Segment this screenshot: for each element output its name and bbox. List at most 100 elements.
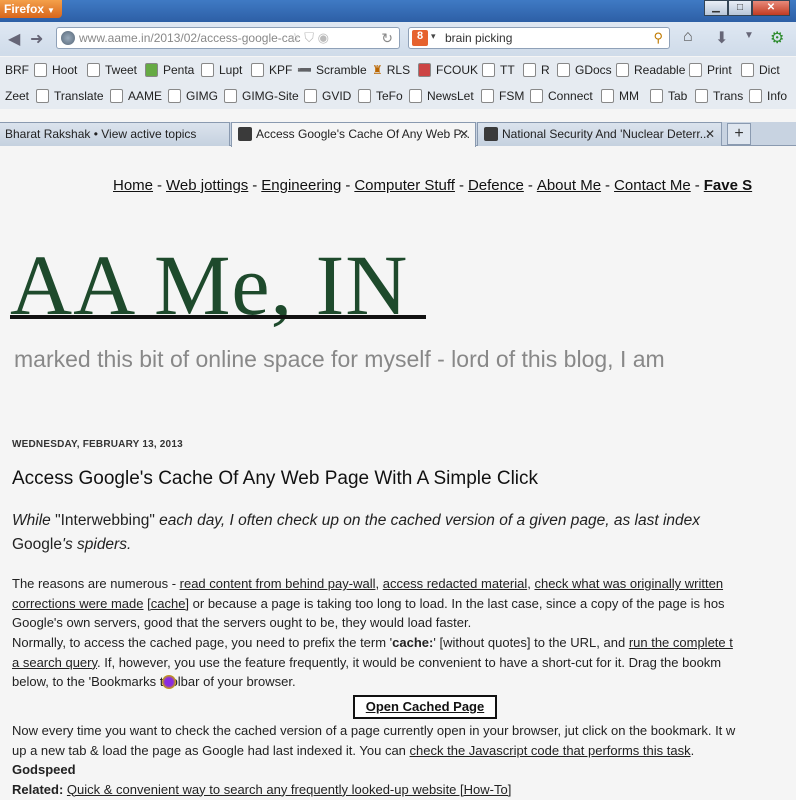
- bookmark-item[interactable]: TeFo: [358, 89, 403, 103]
- firefox-menu-label: Firefox: [4, 2, 45, 16]
- folder-icon: [481, 89, 494, 103]
- nav-link-engineering[interactable]: Engineering: [261, 177, 341, 194]
- maximize-button[interactable]: □: [728, 0, 752, 16]
- bookmark-item[interactable]: NewsLet: [409, 89, 474, 103]
- tab-label: National Security And 'Nuclear Deterr...: [502, 127, 710, 141]
- scramble-icon: ➖: [297, 63, 312, 77]
- fcouk-icon: [418, 63, 431, 77]
- post-title[interactable]: Access Google's Cache Of Any Web Page Wi…: [12, 468, 538, 490]
- post-paragraph-3: Now every time you want to check the cac…: [12, 723, 736, 797]
- bookmarks-toolbar-2: Zeet Translate AAME GIMG GIMG-Site GVID …: [0, 83, 796, 109]
- link-run-complete[interactable]: run the complete t: [629, 635, 733, 650]
- tab-access-google-cache[interactable]: Access Google's Cache Of Any Web P... ✕: [231, 122, 476, 147]
- site-favicon-icon: [238, 127, 252, 141]
- bookmark-item[interactable]: Lupt: [201, 63, 242, 77]
- folder-icon: [689, 63, 702, 77]
- link-search-query[interactable]: a search query: [12, 655, 97, 670]
- home-icon[interactable]: ⌂: [683, 28, 693, 46]
- window-titlebar: Firefox ▼ ▁ □ ✕: [0, 0, 796, 22]
- bookmark-item[interactable]: Tweet: [87, 63, 137, 77]
- folder-icon: [523, 63, 536, 77]
- nav-link-defence[interactable]: Defence: [468, 177, 524, 194]
- bookmark-item[interactable]: Penta: [145, 63, 194, 77]
- folder-icon: [36, 89, 49, 103]
- search-query-text: brain picking: [445, 31, 513, 45]
- site-identity-icon[interactable]: [61, 31, 75, 45]
- bookmark-item[interactable]: R: [523, 63, 550, 77]
- downloads-icon[interactable]: ⬇: [715, 28, 728, 48]
- bookmark-item[interactable]: TT: [482, 63, 515, 77]
- bookmark-item[interactable]: ➖ Scramble: [297, 63, 367, 77]
- bookmark-item[interactable]: Hoot: [34, 63, 77, 77]
- forward-icon[interactable]: ➜: [30, 29, 43, 49]
- bookmark-item[interactable]: MM: [601, 89, 639, 103]
- reload-icon[interactable]: ↻: [381, 30, 393, 47]
- folder-icon: [650, 89, 663, 103]
- open-cached-page-button[interactable]: Open Cached Page: [353, 695, 497, 719]
- addon-icon[interactable]: ⚙: [770, 28, 784, 48]
- link-cache[interactable]: [cache]: [147, 596, 189, 611]
- blog-title[interactable]: AA Me, IN: [10, 235, 408, 335]
- search-bar[interactable]: 8 ▾ brain picking ⚲: [408, 27, 670, 49]
- bookmark-item[interactable]: Dict: [741, 63, 780, 77]
- nav-link-about-me[interactable]: About Me: [537, 177, 601, 194]
- bookmark-item[interactable]: BRF: [5, 63, 29, 77]
- bookmark-item[interactable]: GDocs: [557, 63, 612, 77]
- nav-link-fave[interactable]: Fave S: [704, 177, 752, 194]
- bookmark-item[interactable]: FCOUK: [418, 63, 478, 77]
- chevron-down-icon: ▼: [47, 6, 55, 15]
- link-redacted-material[interactable]: access redacted material: [383, 576, 528, 591]
- folder-icon: [168, 89, 181, 103]
- minimize-button[interactable]: ▁: [704, 0, 728, 16]
- link-originally-written[interactable]: check what was originally written: [534, 576, 723, 591]
- bookmark-star-icon[interactable]: ☆ ⛉ ◉: [289, 30, 329, 46]
- chevron-down-icon[interactable]: ▼: [744, 30, 754, 41]
- nav-link-computer-stuff[interactable]: Computer Stuff: [354, 177, 455, 194]
- link-javascript-code[interactable]: check the Javascript code that performs …: [410, 743, 691, 758]
- close-window-button[interactable]: ✕: [752, 0, 790, 16]
- post-paragraph-2: Normally, to access the cached page, you…: [12, 635, 733, 689]
- penta-icon: [145, 63, 158, 77]
- folder-icon: [409, 89, 422, 103]
- bookmark-item[interactable]: GIMG-Site: [224, 89, 299, 103]
- bookmark-item[interactable]: GIMG: [168, 89, 218, 103]
- rls-icon: ♜: [372, 63, 383, 77]
- back-icon[interactable]: ◀: [8, 29, 20, 49]
- tab-bharat-rakshak[interactable]: Bharat Rakshak • View active topics: [0, 122, 230, 146]
- nav-link-home[interactable]: Home: [113, 177, 153, 194]
- new-tab-button[interactable]: +: [727, 123, 751, 145]
- url-bar[interactable]: www.aame.in/2013/02/access-google-cac ☆ …: [56, 27, 400, 49]
- tab-national-security[interactable]: National Security And 'Nuclear Deterr...…: [477, 122, 722, 146]
- related-link[interactable]: Quick & convenient way to search any fre…: [67, 782, 511, 797]
- bookmark-item[interactable]: FSM: [481, 89, 524, 103]
- folder-icon: [741, 63, 754, 77]
- link-corrections[interactable]: corrections were made: [12, 596, 144, 611]
- post-paragraph-1: The reasons are numerous - read content …: [12, 576, 725, 630]
- search-engine-icon[interactable]: 8: [412, 30, 428, 46]
- folder-icon: [482, 63, 495, 77]
- search-icon[interactable]: ⚲: [653, 30, 663, 46]
- folder-icon: [224, 89, 237, 103]
- bookmark-item[interactable]: Connect: [530, 89, 593, 103]
- nav-link-web-jottings[interactable]: Web jottings: [166, 177, 248, 194]
- site-navigation: Home - Web jottings - Engineering - Computer S…: [113, 177, 753, 194]
- bookmark-item[interactable]: Zeet: [5, 89, 29, 103]
- bookmark-item[interactable]: KPF: [251, 63, 292, 77]
- bookmark-item[interactable]: Print: [689, 63, 732, 77]
- bookmark-item[interactable]: GVID: [304, 89, 351, 103]
- close-tab-icon[interactable]: ✕: [705, 127, 715, 141]
- chevron-down-icon[interactable]: ▾: [431, 31, 436, 42]
- nav-link-contact-me[interactable]: Contact Me: [614, 177, 691, 194]
- bookmark-item[interactable]: Readable: [616, 63, 685, 77]
- bookmark-item[interactable]: AAME: [110, 89, 162, 103]
- firefox-menu-button[interactable]: Firefox ▼: [0, 0, 62, 18]
- bookmark-item[interactable]: Info: [749, 89, 787, 103]
- bookmark-item[interactable]: ♜ RLS: [372, 63, 410, 77]
- link-pay-wall[interactable]: read content from behind pay-wall: [180, 576, 376, 591]
- folder-icon: [749, 89, 762, 103]
- bookmark-item[interactable]: Tab: [650, 89, 687, 103]
- bookmark-item[interactable]: Trans: [695, 89, 743, 103]
- bookmark-item[interactable]: Translate: [36, 89, 104, 103]
- close-tab-icon[interactable]: ✕: [459, 127, 469, 141]
- tab-strip: Bharat Rakshak • View active topics Acce…: [0, 122, 796, 147]
